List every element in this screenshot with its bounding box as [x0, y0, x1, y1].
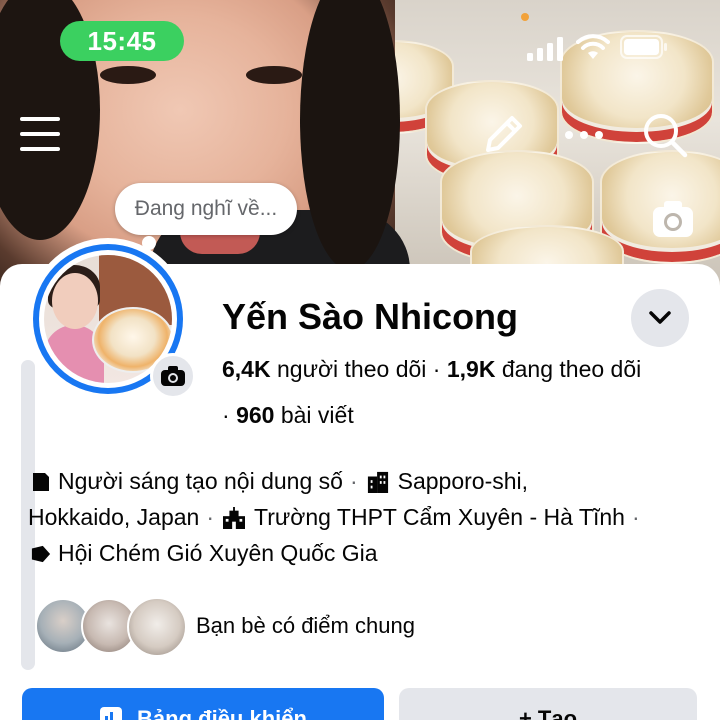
creator-badge-icon — [33, 472, 49, 491]
intro-location: Sapporo-shi, — [397, 468, 529, 494]
following-count[interactable]: 1,9K — [447, 356, 496, 382]
following-label[interactable]: đang theo dõi — [502, 356, 641, 382]
intro-separator: · — [206, 504, 215, 530]
intro-location-cont: Hokkaido, Japan — [28, 504, 200, 530]
mic-indicator-dot — [521, 13, 529, 21]
stat-separator: · — [222, 402, 230, 428]
search-icon[interactable] — [640, 110, 690, 160]
camera-icon — [161, 366, 185, 386]
more-options-icon[interactable] — [562, 120, 606, 150]
stat-separator: · — [432, 356, 441, 382]
wifi-icon — [576, 34, 610, 59]
city-icon — [367, 471, 388, 493]
posts-label: bài viết — [280, 402, 354, 428]
status-time: 15:45 — [60, 21, 184, 61]
cellular-signal-icon — [527, 37, 563, 61]
intro-row: Người sáng tạo nội dung số · Sapporo-shi… — [33, 468, 529, 495]
thought-bubble[interactable]: Đang nghĩ về... — [115, 183, 297, 235]
cover-camera-icon[interactable] — [650, 196, 696, 242]
friend-avatar[interactable] — [127, 597, 187, 657]
intro-creator: Người sáng tạo nội dung số — [58, 468, 343, 494]
dashboard-button[interactable]: Bảng điều khiển — [22, 688, 384, 720]
posts-count: 960 — [236, 402, 275, 428]
mutual-friends-label[interactable]: Bạn bè có điểm chung — [196, 613, 415, 639]
profile-name: Yến Sào Nhicong — [222, 296, 519, 337]
intro-school: Trường THPT Cẩm Xuyên - Hà Tĩnh — [254, 504, 625, 530]
menu-icon[interactable] — [20, 115, 62, 153]
intro-row: Hội Chém Gió Xuyên Quốc Gia — [31, 540, 378, 567]
profile-dropdown-button[interactable] — [631, 289, 689, 347]
edit-pencil-icon[interactable] — [480, 112, 526, 158]
intro-group: Hội Chém Gió Xuyên Quốc Gia — [58, 540, 378, 566]
profile-stats: 6,4K người theo dõi · 1,9K đang theo dõi — [222, 356, 641, 383]
school-icon — [223, 506, 246, 529]
create-button-label: + Tạo — [518, 706, 578, 720]
avatar-camera-button[interactable] — [150, 353, 196, 399]
create-button[interactable]: + Tạo — [399, 688, 697, 720]
battery-icon — [620, 35, 667, 59]
profile-posts-stat: · 960 bài viết — [222, 402, 354, 429]
intro-separator: · — [349, 468, 358, 494]
dashboard-icon — [100, 707, 123, 720]
followers-label[interactable]: người theo dõi — [277, 356, 426, 382]
dashboard-button-label: Bảng điều khiển — [137, 706, 307, 720]
followers-count[interactable]: 6,4K — [222, 356, 271, 382]
group-icon — [31, 545, 51, 562]
profile-screen: 15:45 Đang nghĩ về... Yến Sào Nhicong 6,… — [0, 0, 720, 720]
intro-separator: · — [631, 504, 640, 530]
intro-row: Hokkaido, Japan · Trường THPT Cẩm Xuyên … — [28, 504, 647, 531]
chevron-down-icon — [649, 311, 671, 324]
